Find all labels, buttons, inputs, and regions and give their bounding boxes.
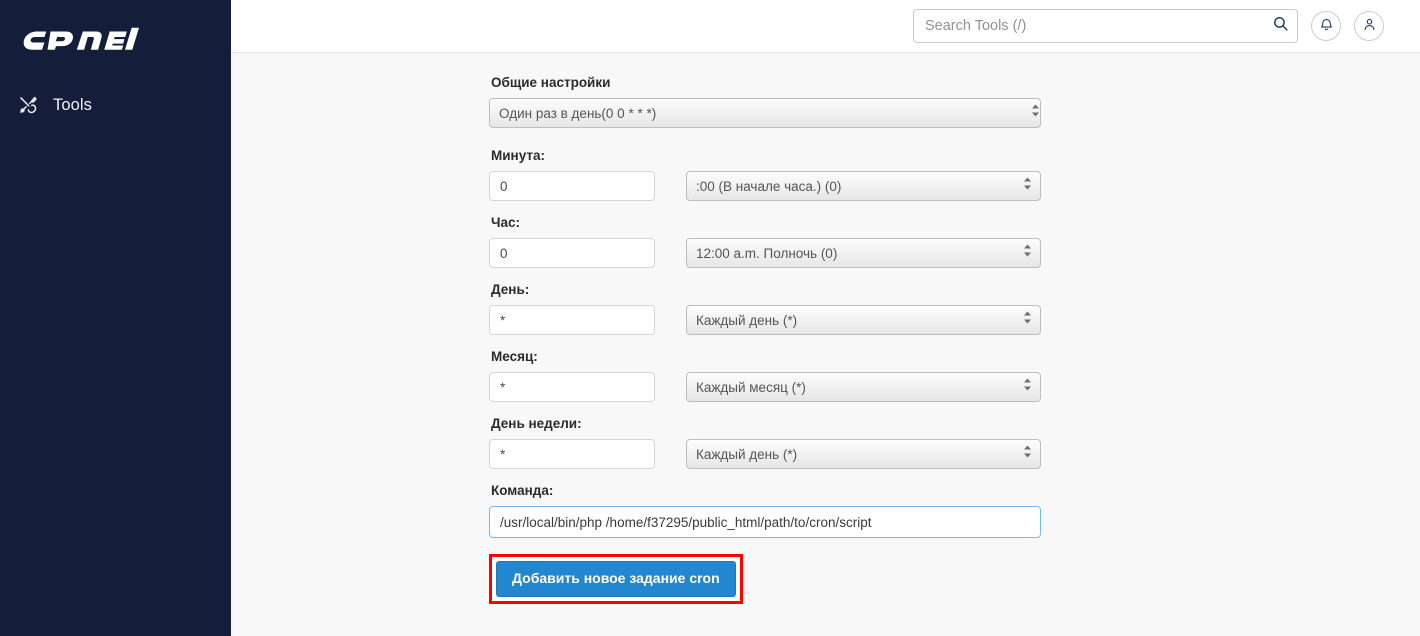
hour-select[interactable]: 12:00 a.m. Полночь (0) (686, 238, 1041, 268)
month-select-wrap: Каждый месяц (*) (686, 372, 1041, 402)
month-input[interactable] (489, 372, 655, 402)
minute-input[interactable] (489, 171, 655, 201)
month-label: Месяц: (491, 349, 538, 364)
field-group-month: Месяц: Каждый месяц (*) (489, 349, 1049, 402)
bell-icon (1319, 17, 1334, 35)
field-group-weekday: День недели: Каждый день (*) (489, 416, 1049, 469)
notifications-button[interactable] (1311, 11, 1341, 41)
search-icon (1272, 15, 1289, 35)
weekday-row: Каждый день (*) (489, 439, 1049, 469)
cpanel-logo[interactable] (0, 0, 231, 72)
hour-label: Час: (491, 215, 520, 230)
search-input[interactable] (913, 9, 1298, 43)
weekday-select[interactable]: Каждый день (*) (686, 439, 1041, 469)
cpanel-logo-icon (23, 27, 139, 50)
hour-row: 12:00 a.m. Полночь (0) (489, 238, 1049, 268)
minute-select-wrap: :00 (В начале часа.) (0) (686, 171, 1041, 201)
submit-highlight-box: Добавить новое задание cron (489, 554, 743, 604)
hour-select-wrap: 12:00 a.m. Полночь (0) (686, 238, 1041, 268)
day-select[interactable]: Каждый день (*) (686, 305, 1041, 335)
cron-form: Общие настройки Один раз в день(0 0 * * … (489, 75, 1049, 604)
month-select[interactable]: Каждый месяц (*) (686, 372, 1041, 402)
user-icon (1362, 17, 1377, 35)
month-row: Каждый месяц (*) (489, 372, 1049, 402)
minute-select[interactable]: :00 (В начале часа.) (0) (686, 171, 1041, 201)
sidebar: Tools (0, 0, 231, 636)
weekday-input[interactable] (489, 439, 655, 469)
top-bar (231, 0, 1420, 53)
day-input[interactable] (489, 305, 655, 335)
general-settings-select-wrap: Один раз в день(0 0 * * *) (489, 98, 1049, 128)
app-root: Tools Search Tools (/) Общие настройки О… (0, 0, 1420, 636)
time-fields: Минута: :00 (В начале часа.) (0) (489, 148, 1049, 469)
minute-row: :00 (В начале часа.) (0) (489, 171, 1049, 201)
command-label: Команда: (491, 483, 554, 498)
weekday-select-wrap: Каждый день (*) (686, 439, 1041, 469)
minute-label: Минута: (491, 148, 545, 163)
search-button[interactable] (1264, 9, 1296, 41)
add-cron-job-button[interactable]: Добавить новое задание cron (496, 561, 736, 597)
account-button[interactable] (1354, 11, 1384, 41)
general-settings-select[interactable]: Один раз в день(0 0 * * *) (489, 98, 1041, 128)
sidebar-item-tools[interactable]: Tools (0, 90, 231, 120)
tools-icon (17, 94, 39, 116)
day-label: День: (491, 282, 530, 297)
day-row: Каждый день (*) (489, 305, 1049, 335)
field-group-hour: Час: 12:00 a.m. Полночь (0) (489, 215, 1049, 268)
weekday-label: День недели: (491, 416, 582, 431)
field-group-minute: Минута: :00 (В начале часа.) (0) (489, 148, 1049, 201)
cron-form-content: Общие настройки Один раз в день(0 0 * * … (231, 53, 1420, 636)
day-select-wrap: Каждый день (*) (686, 305, 1041, 335)
command-input[interactable] (489, 506, 1041, 538)
sidebar-item-label: Tools (53, 95, 93, 114)
search-box (913, 9, 1298, 43)
hour-input[interactable] (489, 238, 655, 268)
main-area: Общие настройки Один раз в день(0 0 * * … (231, 0, 1420, 636)
general-settings-label: Общие настройки (491, 75, 611, 90)
field-group-day: День: Каждый день (*) (489, 282, 1049, 335)
